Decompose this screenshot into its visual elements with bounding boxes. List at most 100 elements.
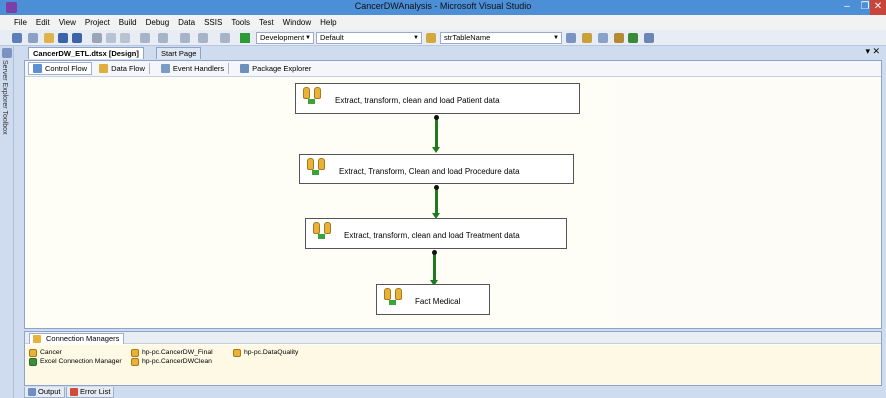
cylinder-shape [303,87,310,99]
tab-separator [228,63,230,74]
data-flow-task-icon [305,158,327,176]
tab-connection-managers[interactable]: Connection Managers [29,333,125,344]
document-close-icon[interactable]: ▾ ✕ [865,46,880,57]
menu-tools[interactable]: Tools [231,18,250,27]
copy-icon[interactable] [106,33,116,43]
data-flow-task-icon [311,222,333,240]
menu-debug[interactable]: Debug [146,18,170,27]
connection-managers-header: Connection Managers [25,332,881,344]
bottom-tool-tabs: Output Error List [24,387,882,398]
arrow-badge [308,99,315,104]
arrow-badge [389,300,396,305]
task-label: Extract, transform, clean and load Patie… [335,96,500,105]
tab-data-flow[interactable]: Data Flow [95,62,154,75]
paste-icon[interactable] [120,33,130,43]
start-page-icon[interactable] [628,33,638,43]
precedence-constraint[interactable] [433,252,436,281]
comment-icon[interactable] [220,33,230,43]
properties-icon[interactable] [582,33,592,43]
start-debugging-icon[interactable] [240,33,250,43]
connection-manager-item[interactable]: Excel Connection Manager [29,358,122,366]
task-label: Extract, transform, clean and load Treat… [344,231,520,240]
menu-ssis[interactable]: SSIS [204,18,222,27]
menu-file[interactable]: File [14,18,27,27]
tab-error-list[interactable]: Error List [66,387,115,398]
object-browser-icon[interactable] [598,33,608,43]
connection-manager-item[interactable]: hp-pc.CancerDWClean [131,358,212,366]
find-in-files-icon[interactable] [426,33,436,43]
connection-label: Cancer [40,349,62,356]
precedence-constraint[interactable] [435,187,438,214]
control-flow-canvas[interactable]: Extract, transform, clean and load Patie… [25,77,881,328]
find-value: strTableName [444,33,491,42]
navigate-backward-icon[interactable] [180,33,190,43]
tab-control-flow[interactable]: Control Flow [28,62,93,75]
tab-start-page[interactable]: Start Page [156,47,202,59]
task-treatment-data[interactable]: Extract, transform, clean and load Treat… [305,218,567,249]
tab-cancerdw-etl-design[interactable]: CancerDW_ETL.dtsx [Design] [28,47,144,59]
tab-output[interactable]: Output [24,387,65,398]
add-item-icon[interactable] [28,33,38,43]
task-label: Extract, Transform, Clean and load Proce… [339,167,520,176]
save-icon[interactable] [58,33,68,43]
cylinder-shape [314,87,321,99]
cylinder-shape [395,288,402,300]
standard-toolbar: Development ▼ Default ▼ strTableName ▼ [0,30,886,46]
cylinder-shape [313,222,320,234]
tab-label: Package Explorer [252,64,312,73]
tab-label: Control Flow [45,64,88,73]
configuration-value: Development [260,33,305,42]
tab-event-handlers[interactable]: Event Handlers [157,62,233,75]
find-combo[interactable]: strTableName ▼ [440,32,562,44]
undo-icon[interactable] [140,33,150,43]
new-project-icon[interactable] [12,33,22,43]
navigate-forward-icon[interactable] [198,33,208,43]
menu-view[interactable]: View [59,18,76,27]
tab-label: Event Handlers [172,64,225,73]
extension-manager-icon[interactable] [644,33,654,43]
platform-value: Default [320,33,344,42]
connection-label: hp-pc.CancerDWClean [142,358,212,365]
open-file-icon[interactable] [44,33,54,43]
task-patient-data[interactable]: Extract, transform, clean and load Patie… [295,83,580,114]
connection-icon [29,349,37,357]
menu-window[interactable]: Window [283,18,311,27]
solution-explorer-icon[interactable] [566,33,576,43]
connection-managers-list[interactable]: Cancer hp-pc.CancerDW_Final hp-pc.DataQu… [25,345,881,385]
constraint-arrowhead [432,147,440,153]
designer-tab-strip: Control Flow Data Flow Event Handlers Pa… [25,61,881,77]
cylinder-shape [307,158,314,170]
cut-icon[interactable] [92,33,102,43]
document-tab-strip: CancerDW_ETL.dtsx [Design] Start Page ▾ … [16,46,886,59]
menu-help[interactable]: Help [320,18,336,27]
chevron-down-icon: ▼ [305,35,311,41]
connection-manager-item[interactable]: Cancer [29,349,62,357]
menu-build[interactable]: Build [119,18,137,27]
menu-test[interactable]: Test [259,18,274,27]
precedence-constraint[interactable] [435,117,438,147]
server-explorer-icon[interactable] [2,48,12,58]
connection-managers-icon [33,335,41,343]
constraint-start-dot [434,185,439,190]
menu-edit[interactable]: Edit [36,18,50,27]
toolbox-icon[interactable] [614,33,624,43]
task-fact-medical[interactable]: Fact Medical [376,284,490,315]
tab-label: Data Flow [111,64,145,73]
save-all-icon[interactable] [72,33,82,43]
data-flow-task-icon [382,288,404,306]
tab-package-explorer[interactable]: Package Explorer [236,62,315,75]
menu-data[interactable]: Data [178,18,195,27]
solution-platform-dropdown[interactable]: Default ▼ [316,32,422,44]
server-explorer-toolbox-tabs[interactable]: Server Explorer Toolbox [1,60,8,135]
canvas-shade [615,77,881,328]
solution-configuration-dropdown[interactable]: Development ▼ [256,32,314,44]
redo-icon[interactable] [158,33,168,43]
menu-project[interactable]: Project [85,18,110,27]
tab-separator [148,63,150,74]
cylinder-shape [384,288,391,300]
close-button[interactable]: ✕ [870,0,886,15]
connection-manager-item[interactable]: hp-pc.CancerDW_Final [131,349,213,357]
task-procedure-data[interactable]: Extract, Transform, Clean and load Proce… [299,154,574,184]
connection-manager-item[interactable]: hp-pc.DataQuality [233,349,298,357]
data-flow-task-icon [301,87,323,105]
